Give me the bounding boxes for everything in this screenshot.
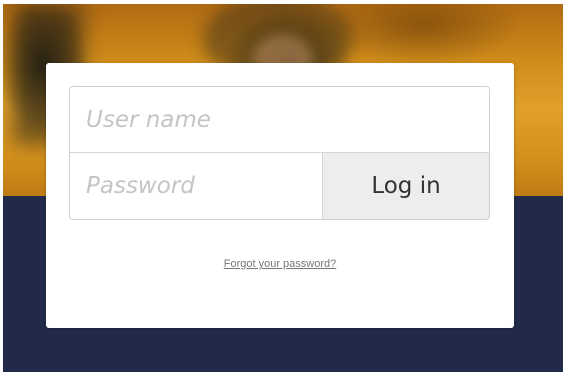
login-card: Log in Forgot your password?: [46, 63, 514, 328]
login-button[interactable]: Log in: [322, 153, 489, 219]
username-input[interactable]: [70, 87, 489, 153]
login-form: Log in: [69, 86, 490, 220]
password-input[interactable]: [70, 153, 322, 219]
page-frame: Log in Forgot your password?: [3, 4, 563, 372]
forgot-password-link[interactable]: Forgot your password?: [46, 258, 514, 270]
